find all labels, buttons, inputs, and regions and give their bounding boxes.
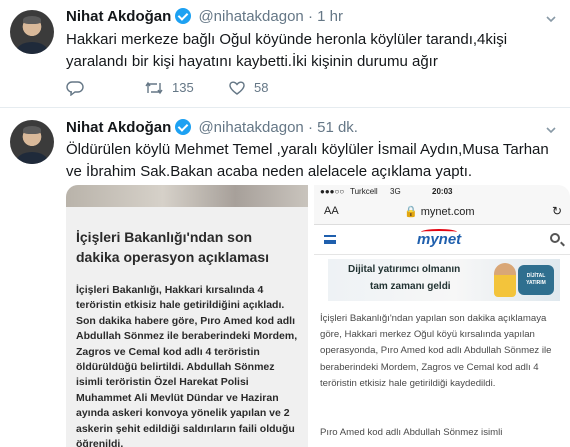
verified-icon [175, 119, 192, 135]
avatar[interactable] [10, 120, 54, 164]
reload-icon: ↻ [551, 204, 562, 218]
timestamp[interactable]: 51 dk. [317, 119, 358, 136]
clock: 20:03 [432, 187, 453, 196]
author-name[interactable]: Nihat Akdoğan [66, 8, 171, 25]
chevron-down-icon[interactable] [546, 123, 556, 134]
article-paragraph: Pıro Amed kod adlı Abdullah Sönmez isiml… [320, 427, 503, 438]
news-headline: İçişleri Bakanlığı'ndan son dakika opera… [76, 229, 269, 265]
attached-image-right[interactable]: ●●●○○ Turkcell 3G 20:03 AA 🔒 mynet.com ↻… [312, 185, 570, 447]
retweet-icon [144, 80, 172, 95]
retweet-count: 135 [172, 80, 194, 95]
attached-image-left[interactable]: İçişleri Bakanlığı'ndan son dakika opera… [66, 185, 308, 447]
ad-line-2: tam zamanı geldi [370, 281, 451, 292]
separator-dot: · [307, 119, 313, 136]
news-body: İçişleri Bakanlığı, Hakkari kırsalında 4… [76, 284, 298, 447]
ad-banner: Dijital yatırımcı olmanın tam zamanı gel… [328, 259, 560, 301]
avatar[interactable] [10, 10, 54, 54]
author-handle[interactable]: @nihatakdagon [198, 8, 303, 25]
separator-dot: · [307, 8, 313, 25]
carrier: Turkcell [350, 187, 378, 196]
site-logo: mynet [417, 231, 462, 248]
site-header: mynet [314, 225, 570, 255]
phone-status-bar: ●●●○○ Turkcell 3G 20:03 [314, 185, 570, 199]
author-handle[interactable]: @nihatakdagon [198, 119, 303, 136]
menu-icon [324, 235, 336, 244]
like-count: 58 [254, 80, 269, 95]
signal-icon: ●●●○○ [320, 187, 345, 196]
reply-button[interactable] [66, 80, 92, 97]
like-icon [228, 80, 254, 95]
tweet-text: Öldürülen köylü Mehmet Temel ,yaralı köy… [66, 141, 549, 180]
tweet-header: Nihat Akdoğan @nihatakdagon · 1 hr [66, 8, 343, 28]
tweet[interactable]: Nihat Akdoğan @nihatakdagon · 1 hr Hakka… [0, 0, 570, 108]
reply-icon [66, 80, 92, 97]
verified-icon [175, 8, 192, 24]
browser-url-bar: AA 🔒 mynet.com ↻ [314, 199, 570, 225]
ad-line-1: Dijital yatırımcı olmanın [348, 264, 461, 275]
lock-icon: 🔒 [404, 206, 418, 218]
news-photo [66, 185, 308, 207]
tweet-text: Hakkari merkeze bağlı Oğul köyünde heron… [66, 31, 508, 70]
retweet-button[interactable]: 135 [144, 80, 194, 96]
timestamp[interactable]: 1 hr [317, 8, 343, 25]
tweet-header: Nihat Akdoğan @nihatakdagon · 51 dk. [66, 119, 358, 139]
text-size-button: AA [324, 205, 339, 217]
search-icon [550, 233, 560, 243]
chevron-down-icon[interactable] [546, 12, 556, 23]
like-button[interactable]: 58 [228, 80, 268, 96]
author-name[interactable]: Nihat Akdoğan [66, 119, 171, 136]
ad-person [494, 263, 516, 297]
url-text: 🔒 mynet.com [404, 206, 475, 218]
article-paragraph: İçişleri Bakanlığı'ndan yapılan son daki… [320, 313, 552, 389]
network: 3G [390, 187, 401, 196]
ad-badge: DİJİTAL YATIRIM [518, 265, 554, 295]
